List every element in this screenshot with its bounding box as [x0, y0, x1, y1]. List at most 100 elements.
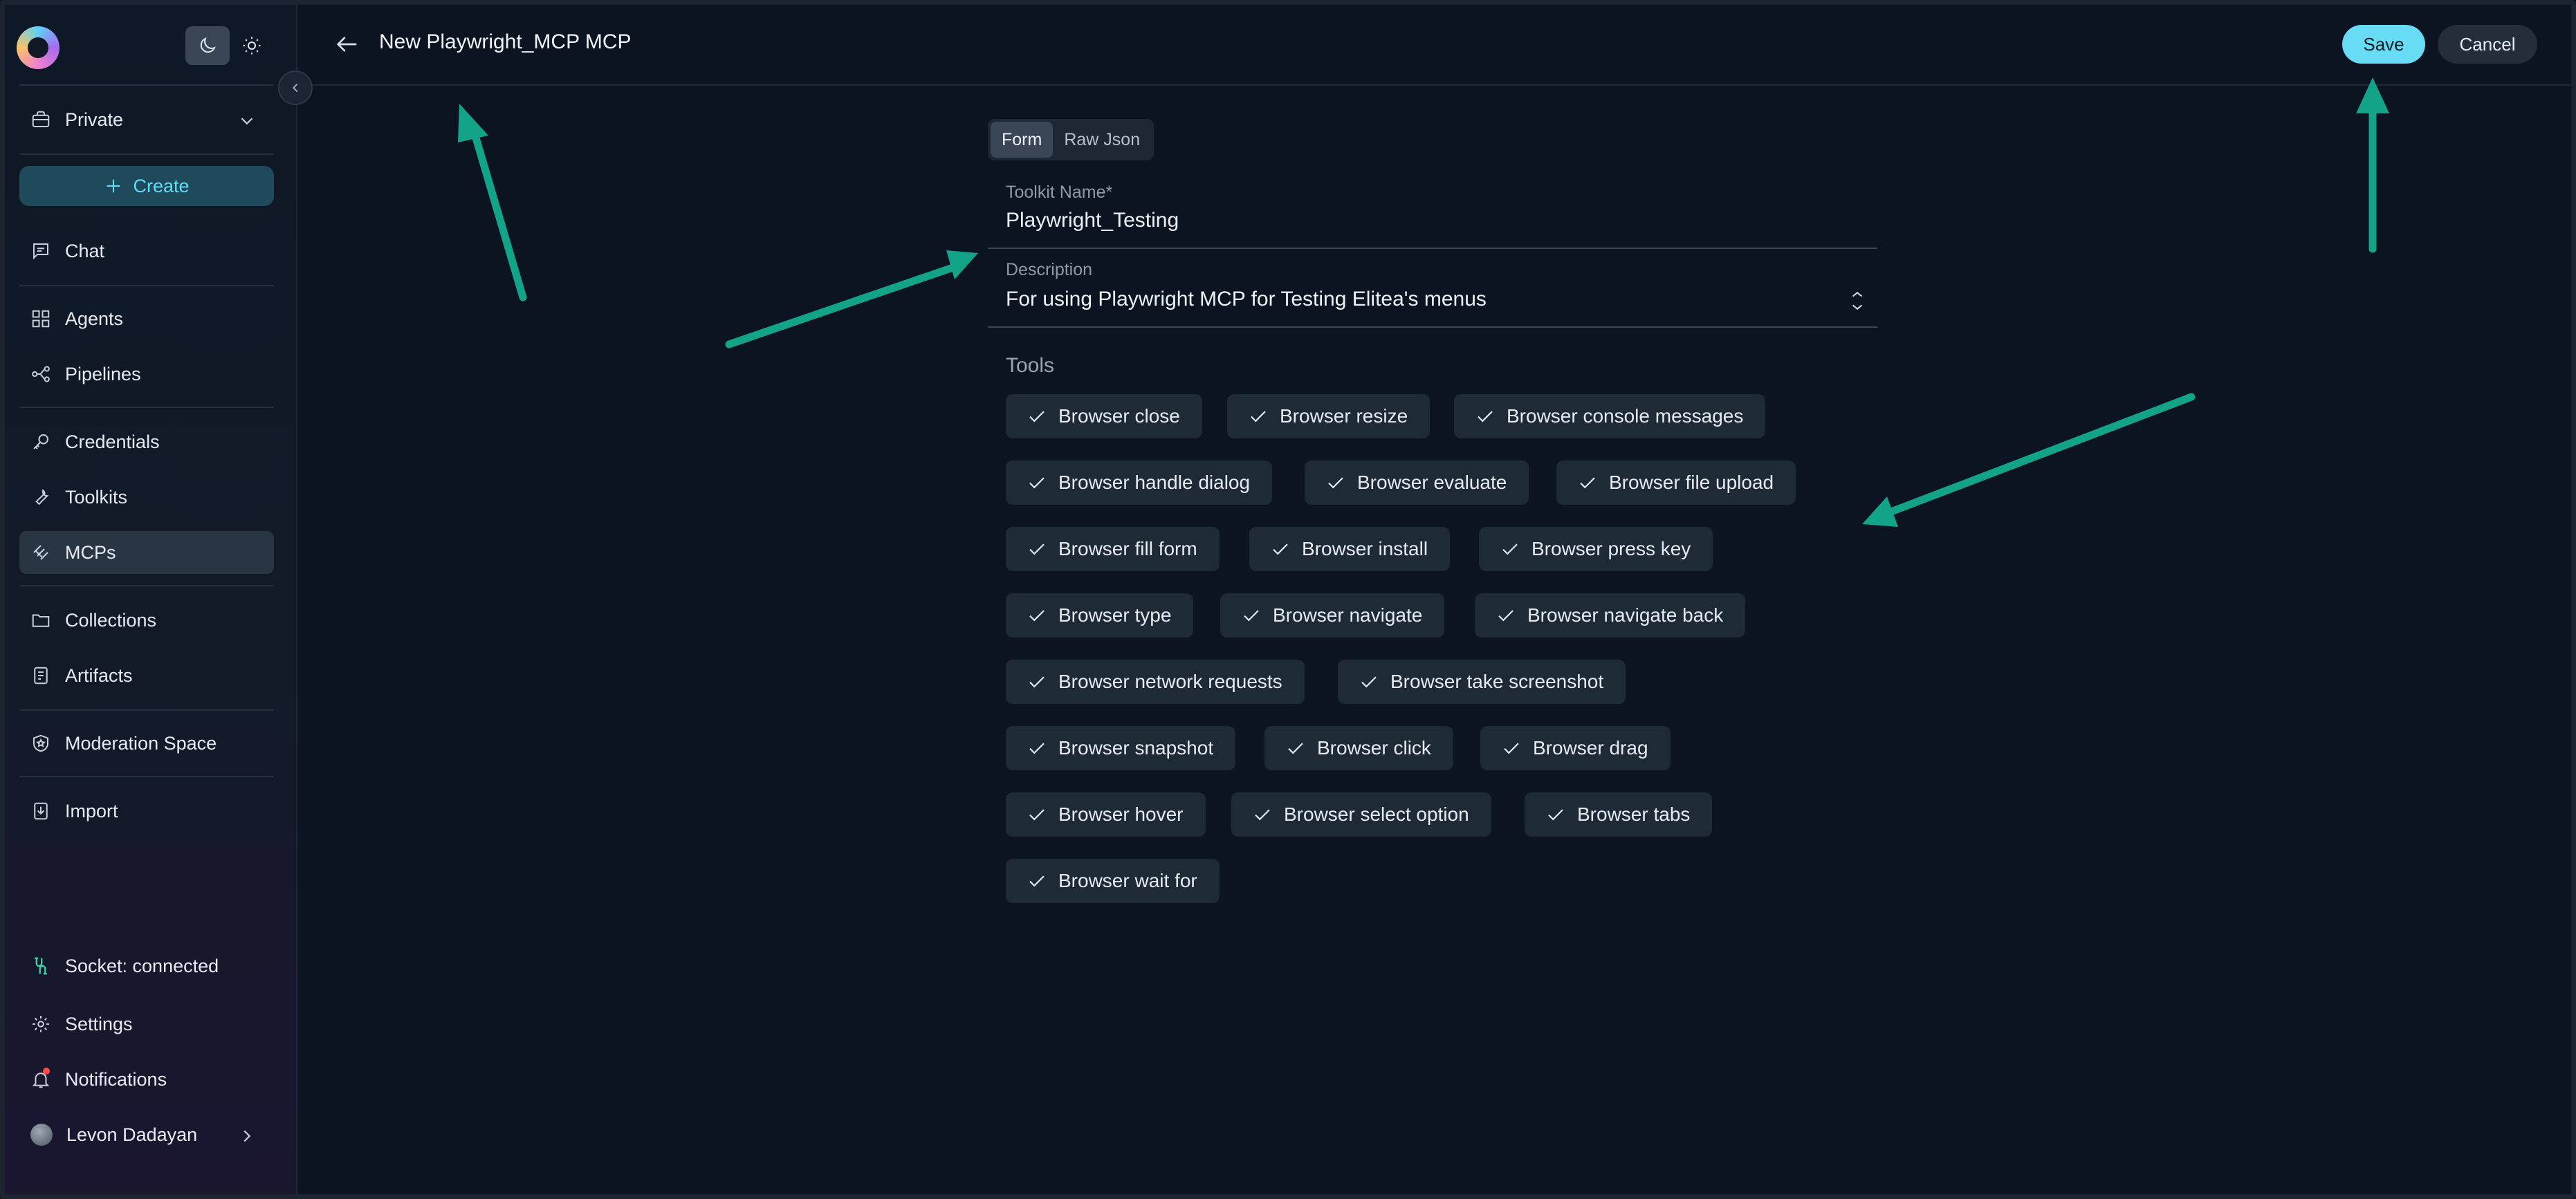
create-label: Create: [133, 175, 190, 196]
project-selector[interactable]: Private: [19, 98, 274, 141]
expand-collapse-icon[interactable]: [1848, 290, 1866, 311]
check-icon: [1029, 743, 1045, 754]
tool-chip[interactable]: Browser evaluate: [1305, 461, 1529, 505]
key-icon: [33, 434, 48, 449]
sidebar-item-agents[interactable]: Agents: [19, 297, 274, 340]
wrench-icon: [35, 489, 49, 505]
save-button[interactable]: Save: [2342, 25, 2425, 64]
sidebar-divider: [19, 776, 274, 777]
tool-chip[interactable]: Browser install: [1249, 527, 1451, 571]
gear-icon: [33, 1016, 49, 1032]
grid-icon: [32, 310, 50, 328]
page-header: New Playwright_MCP MCP Save Cancel: [297, 0, 2576, 86]
create-button[interactable]: Create: [19, 166, 274, 206]
check-icon: [1328, 477, 1343, 489]
sidebar-item-chat[interactable]: Chat: [19, 230, 274, 272]
sidebar-item-artifacts[interactable]: Artifacts: [19, 654, 274, 697]
sidebar-item-import[interactable]: Import: [19, 790, 274, 833]
sidebar-item-notifications[interactable]: Notifications: [19, 1058, 274, 1101]
annotation-arrow-tools: [1887, 393, 2196, 516]
notification-dot: [43, 1068, 50, 1075]
sidebar-divider: [19, 84, 274, 86]
mode-tabs: Form Raw Json: [988, 119, 1154, 160]
back-arrow-icon[interactable]: [333, 30, 361, 58]
tools-label: Tools: [1006, 354, 1055, 377]
tool-chip[interactable]: Browser resize: [1227, 394, 1430, 438]
tool-chip[interactable]: Browser navigate: [1220, 593, 1445, 638]
project-name: Private: [65, 109, 124, 130]
tool-chip-label: Browser type: [1058, 604, 1172, 626]
tool-chip[interactable]: Browser file upload: [1556, 461, 1796, 505]
tool-chip[interactable]: Browser click: [1264, 726, 1453, 770]
tool-chip-label: Browser close: [1058, 405, 1180, 427]
check-icon: [1244, 610, 1259, 622]
sidebar-item-credentials[interactable]: Credentials: [19, 420, 274, 463]
tool-chip-label: Browser click: [1317, 737, 1431, 759]
required-marker: *: [1105, 183, 1113, 202]
mcp-icon: [33, 545, 48, 560]
sidebar-divider: [19, 154, 274, 155]
toolkit-name-input[interactable]: Playwright_Testing: [1006, 209, 1179, 232]
tool-chip-label: Browser drag: [1533, 737, 1648, 759]
folder-icon: [32, 614, 50, 627]
tool-chip[interactable]: Browser wait for: [1006, 859, 1220, 903]
tool-chip[interactable]: Browser take screenshot: [1338, 660, 1626, 704]
tool-chip-label: Browser press key: [1531, 538, 1691, 559]
tool-chip-label: Browser network requests: [1058, 671, 1282, 692]
check-icon: [1255, 809, 1270, 821]
annotation-arrow-toolkit-name: [725, 261, 963, 348]
collapse-sidebar-button[interactable]: [278, 71, 313, 105]
sidebar: Private Create Chat Agents Pipelines Cre…: [0, 0, 297, 1199]
sidebar-item-mcps[interactable]: MCPs: [19, 531, 274, 574]
tool-chip[interactable]: Browser handle dialog: [1006, 461, 1273, 505]
toolkit-name-label: Toolkit Name*: [1006, 183, 1112, 203]
tool-chip[interactable]: Browser close: [1006, 394, 1202, 438]
tool-chip[interactable]: Browser type: [1006, 593, 1194, 638]
toolkit-name-label-text: Toolkit Name: [1006, 183, 1106, 202]
annotation-arrowhead: [1862, 496, 1898, 527]
tool-chip[interactable]: Browser snapshot: [1006, 726, 1236, 770]
sidebar-divider: [19, 407, 274, 408]
tool-chip-label: Browser navigate back: [1527, 604, 1724, 626]
sidebar-item-moderation-space[interactable]: Moderation Space: [19, 722, 274, 765]
check-icon: [1478, 411, 1493, 422]
chevron-down-icon: [241, 118, 253, 125]
sidebar-item-settings[interactable]: Settings: [19, 1003, 274, 1045]
cancel-button[interactable]: Cancel: [2438, 25, 2537, 64]
light-mode-button[interactable]: [230, 26, 274, 65]
tool-chip[interactable]: Browser console messages: [1454, 394, 1766, 438]
sidebar-item-label: Import: [65, 800, 118, 821]
app-logo[interactable]: [17, 26, 59, 69]
sidebar-item-pipelines[interactable]: Pipelines: [19, 353, 274, 396]
sidebar-item-label: Moderation Space: [65, 732, 217, 754]
sidebar-divider: [19, 709, 274, 711]
sidebar-item-collections[interactable]: Collections: [19, 599, 274, 642]
theme-toggle: [185, 26, 274, 65]
sidebar-item-label: Agents: [65, 308, 124, 329]
sidebar-item-toolkits[interactable]: Toolkits: [19, 476, 274, 519]
dark-mode-button[interactable]: [185, 26, 230, 65]
tab-form[interactable]: Form: [991, 122, 1054, 158]
socket-status-label: Socket: connected: [65, 955, 219, 976]
tool-chip[interactable]: Browser navigate back: [1475, 593, 1746, 638]
sidebar-item-label: Toolkits: [65, 486, 128, 508]
tab-raw-json[interactable]: Raw Json: [1053, 122, 1151, 158]
annotation-arrowhead: [946, 250, 978, 279]
page-title: New Playwright_MCP MCP: [379, 30, 632, 53]
toolkit-name-underline: [988, 248, 1877, 249]
artifact-icon: [34, 667, 48, 685]
user-name: Levon Dadayan: [66, 1124, 198, 1145]
check-icon: [1029, 676, 1045, 688]
tool-chip-label: Browser tabs: [1577, 803, 1691, 825]
user-menu[interactable]: Levon Dadayan: [19, 1113, 274, 1156]
tool-chip[interactable]: Browser fill form: [1006, 527, 1220, 571]
tool-chip[interactable]: Browser drag: [1480, 726, 1671, 770]
tool-chip[interactable]: Browser select option: [1231, 792, 1491, 837]
check-icon: [1498, 610, 1514, 622]
check-icon: [1548, 809, 1563, 821]
tool-chip[interactable]: Browser press key: [1479, 527, 1713, 571]
tool-chip[interactable]: Browser hover: [1006, 792, 1206, 837]
tool-chip[interactable]: Browser tabs: [1525, 792, 1713, 837]
tool-chip[interactable]: Browser network requests: [1006, 660, 1305, 704]
description-input[interactable]: For using Playwright MCP for Testing Eli…: [1006, 288, 1487, 311]
